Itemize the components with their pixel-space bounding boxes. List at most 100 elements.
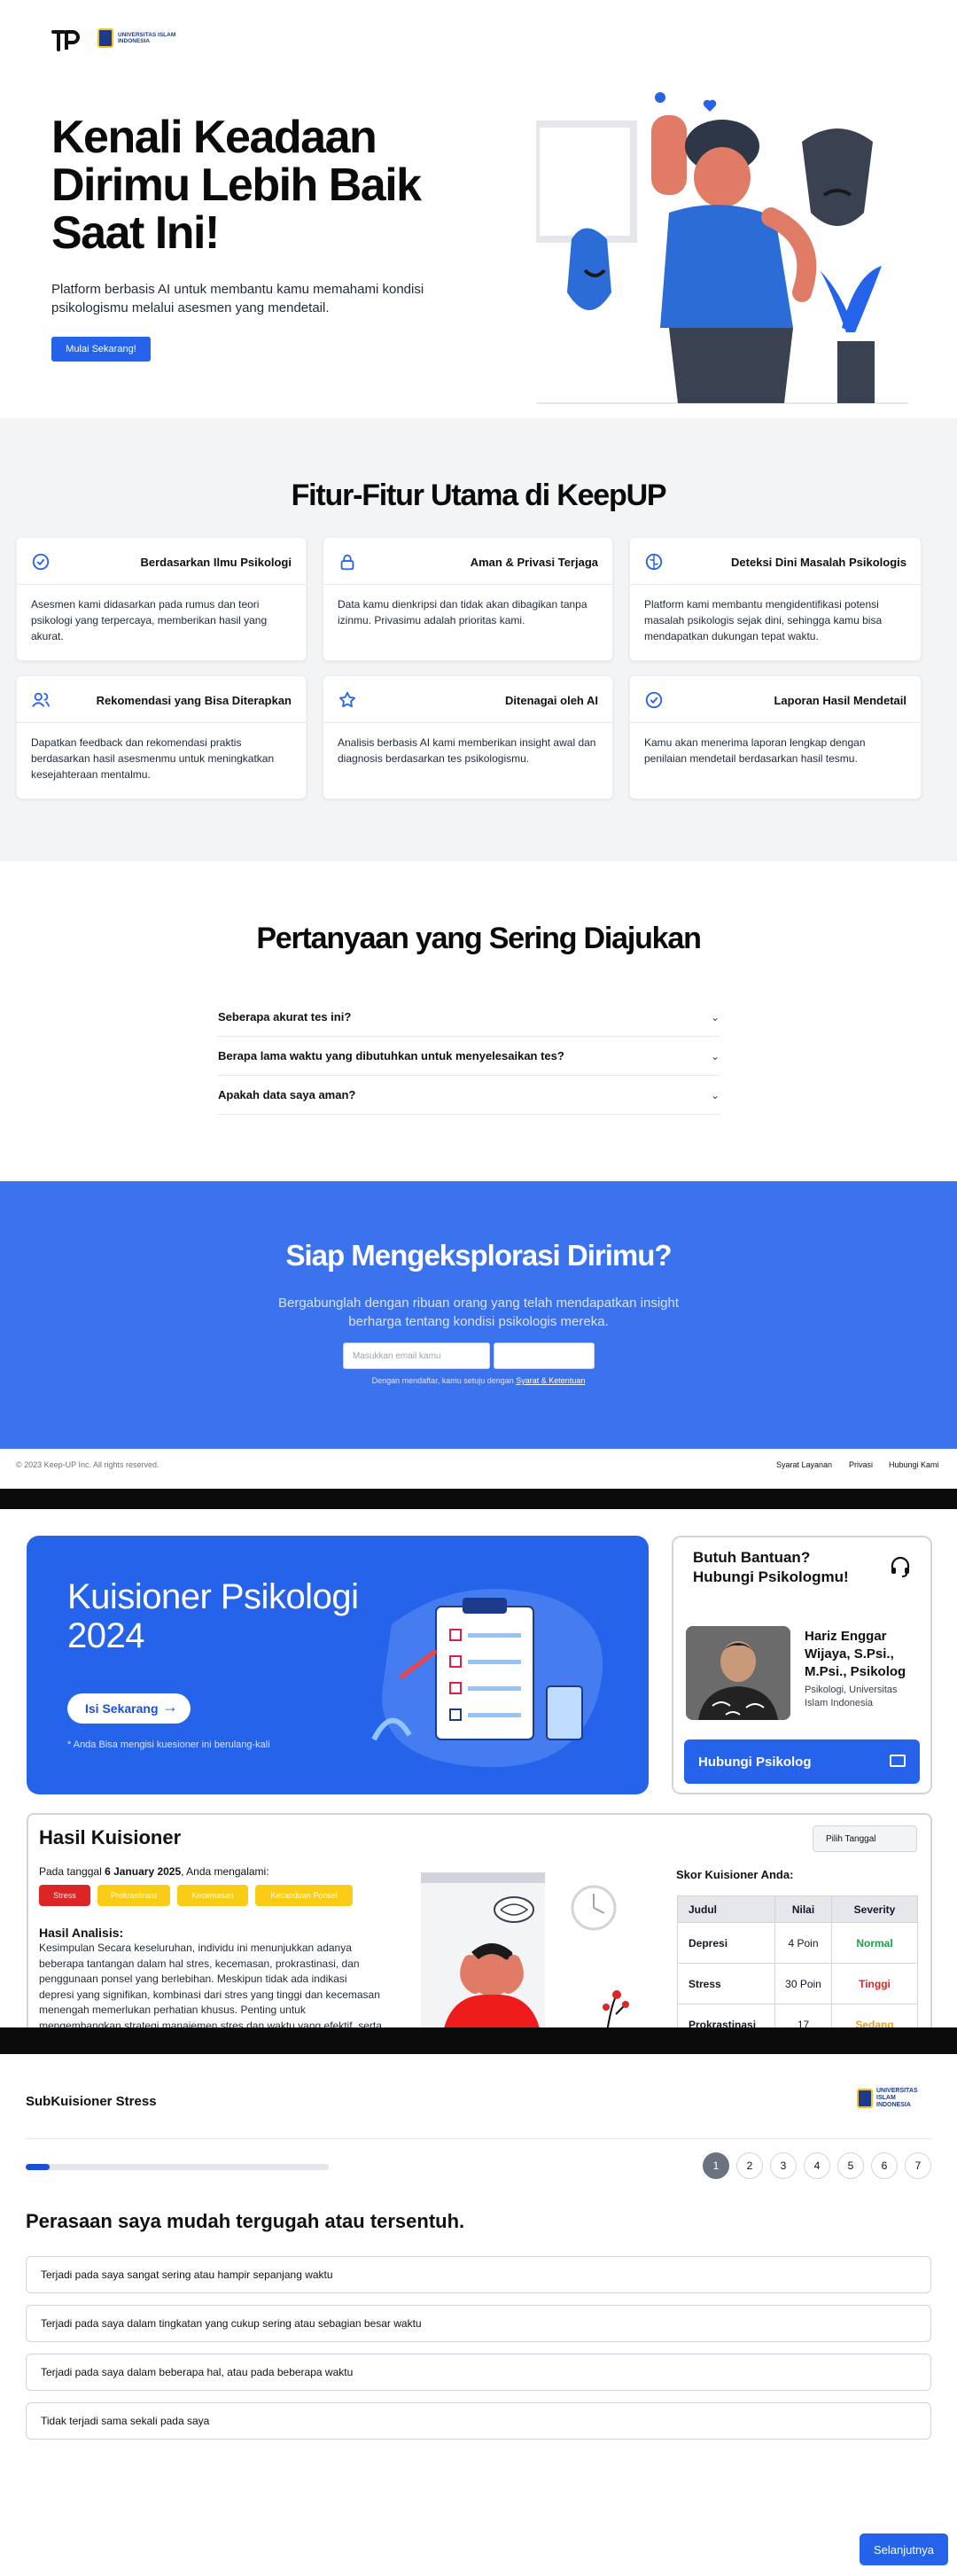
feature-card: Laporan Hasil Mendetail Kamu akan meneri…	[629, 675, 922, 799]
mail-icon	[890, 1755, 906, 1767]
analysis-text: Kesimpulan Secara keseluruhan, individu …	[39, 1942, 382, 2027]
result-title: Hasil Kuisioner	[39, 1826, 182, 1848]
help-title: Butuh Bantuan? Hubungi Psikologmu!	[693, 1549, 849, 1585]
contact-psychologist-label: Hubungi Psikolog	[698, 1754, 812, 1770]
feature-card-title: Laporan Hasil Mendetail	[774, 694, 906, 707]
step-2[interactable]: 2	[736, 2152, 763, 2179]
feature-card-title: Ditenagai oleh AI	[505, 694, 598, 707]
subkuisioner-page: SubKuisioner Stress UNIVERSITAS ISLAM IN…	[0, 2054, 957, 2576]
step-7[interactable]: 7	[905, 2152, 931, 2179]
check-circle-icon	[32, 553, 50, 571]
feature-card-desc: Dapatkan feedback dan rekomendasi prakti…	[31, 736, 275, 781]
question-text: Perasaan saya mudah tergugah atau tersen…	[26, 2210, 465, 2232]
feature-card-title: Berdasarkan Ilmu Psikologi	[140, 556, 292, 569]
landing-page: UNIVERSITAS ISLAM INDONESIA Kenali Keada…	[0, 0, 957, 1489]
feature-card: Berdasarkan Ilmu Psikologi Asesmen kami …	[16, 537, 307, 661]
date-picker[interactable]: Pilih Tanggal	[813, 1825, 917, 1852]
uii-logo-text: UNIVERSITAS ISLAM INDONESIA	[876, 2088, 918, 2108]
feature-card: Rekomendasi yang Bisa Diterapkan Dapatka…	[16, 675, 307, 799]
next-button[interactable]: Selanjutnya	[860, 2533, 948, 2565]
fill-now-button[interactable]: Isi Sekarang →	[67, 1693, 191, 1724]
score-title: Skor Kuisioner Anda:	[676, 1868, 794, 1881]
step-4[interactable]: 4	[804, 2152, 830, 2179]
score-nilai: 30 Poin	[774, 1963, 832, 2004]
feature-card-title: Rekomendasi yang Bisa Diterapkan	[96, 694, 292, 707]
answer-option[interactable]: Terjadi pada saya dalam tingkatan yang c…	[26, 2305, 931, 2342]
keepup-logo[interactable]	[51, 28, 80, 53]
kuisioner-dashboard: Kuisioner Psikologi 2024 Isi Sekarang → …	[0, 1509, 957, 2027]
table-row: Prokrastinasi 17 Sedang	[677, 2004, 918, 2027]
step-1[interactable]: 1	[703, 2152, 729, 2179]
score-severity: Sedang	[831, 2004, 918, 2027]
lock-icon	[340, 554, 354, 571]
contact-psychologist-button[interactable]: Hubungi Psikolog	[684, 1739, 920, 1784]
date-suffix: , Anda mengalami:	[181, 1865, 269, 1878]
cta-description: Bergabunglah dengan ribuan orang yang te…	[277, 1296, 679, 1329]
stress-illustration	[421, 1872, 629, 2027]
table-row: Stress 30 Poin Tinggi	[677, 1963, 918, 2004]
psychologist-name: Hariz Enggar Wijaya, S.Psi., M.Psi., Psi…	[805, 1629, 906, 1679]
feature-card: Aman & Privasi Terjaga Data kamu dienkri…	[323, 537, 613, 661]
feature-card-desc: Data kamu dienkripsi dan tidak akan diba…	[338, 598, 587, 626]
divider	[26, 2138, 931, 2139]
chevron-down-icon[interactable]: ⌄	[711, 1050, 720, 1062]
footer-link-contact[interactable]: Hubungi Kami	[889, 1460, 939, 1469]
uii-logo: UNIVERSITAS ISLAM INDONESIA	[857, 2088, 926, 2109]
cta-title: Siap Mengeksplorasi Dirimu?	[285, 1239, 672, 1272]
psychologist-role: Psikologi, Universitas Islam Indonesia	[805, 1685, 898, 1708]
score-judul: Prokrastinasi	[677, 2004, 775, 2027]
banner-illustration	[371, 1589, 603, 1768]
result-date: Pada tanggal 6 January 2025, Anda mengal…	[39, 1865, 269, 1878]
answer-option[interactable]: Terjadi pada saya sangat sering atau ham…	[26, 2256, 931, 2293]
faq-item[interactable]: Apakah data saya aman? ⌄	[218, 1076, 720, 1115]
footer-copyright: © 2023 Keep-UP Inc. All rights reserved.	[16, 1460, 160, 1469]
score-table: Judul Nilai Severity Depresi 4 Poin Norm…	[677, 1895, 918, 2027]
brain-icon	[645, 553, 663, 571]
condition-tag: Kecemasan	[177, 1885, 248, 1906]
email-input[interactable]: Masukkan email kamu	[343, 1342, 490, 1369]
col-nilai: Nilai	[774, 1895, 832, 1923]
faq-item[interactable]: Seberapa akurat tes ini? ⌄	[218, 998, 720, 1037]
footer-link-terms[interactable]: Syarat Layanan	[776, 1460, 832, 1469]
answer-option[interactable]: Terjadi pada saya dalam beberapa hal, at…	[26, 2354, 931, 2391]
score-severity: Normal	[831, 1922, 918, 1964]
fill-now-label: Isi Sekarang	[85, 1701, 159, 1716]
faq-question: Apakah data saya aman?	[218, 1088, 356, 1101]
answer-option[interactable]: Tidak terjadi sama sekali pada saya	[26, 2402, 931, 2440]
start-now-button[interactable]: Mulai Sekarang!	[51, 337, 151, 362]
date-prefix: Pada tanggal	[39, 1865, 102, 1878]
chevron-down-icon[interactable]: ⌄	[711, 1089, 720, 1101]
uii-logo: UNIVERSITAS ISLAM INDONESIA	[97, 28, 180, 48]
feature-card-desc: Asesmen kami didasarkan pada rumus dan t…	[31, 598, 268, 642]
footer-link-privacy[interactable]: Privasi	[849, 1460, 873, 1469]
kuisioner-banner	[27, 1536, 649, 1794]
condition-tag: Prokrastinasi	[97, 1885, 170, 1906]
subscribe-button[interactable]	[494, 1342, 595, 1369]
feature-card-desc: Platform kami membantu mengidentifikasi …	[644, 598, 883, 642]
analysis-title: Hasil Analisis:	[39, 1926, 124, 1940]
hero-description: Platform berbasis AI untuk membantu kamu…	[51, 282, 424, 315]
score-judul: Stress	[677, 1963, 775, 2004]
score-table-header: Judul Nilai Severity	[677, 1895, 918, 1923]
feature-card: Ditenagai oleh AI Analisis berbasis AI k…	[323, 675, 613, 799]
score-nilai: 4 Poin	[774, 1922, 832, 1964]
step-5[interactable]: 5	[837, 2152, 864, 2179]
section-separator	[0, 1489, 957, 1509]
table-row: Depresi 4 Poin Normal	[677, 1922, 918, 1964]
uii-logo-text: UNIVERSITAS ISLAM INDONESIA	[118, 32, 176, 44]
col-severity: Severity	[831, 1895, 918, 1923]
terms-link[interactable]: Syarat & Ketentuan	[516, 1376, 585, 1385]
step-3[interactable]: 3	[770, 2152, 797, 2179]
feature-card-desc: Analisis berbasis AI kami memberikan ins…	[338, 736, 596, 765]
hero-illustration	[536, 92, 908, 404]
uii-seal-icon	[857, 2089, 873, 2108]
feature-card-desc: Kamu akan menerima laporan lengkap denga…	[644, 736, 866, 765]
users-icon	[32, 692, 51, 707]
feature-card-title: Aman & Privasi Terjaga	[470, 556, 598, 569]
faq-item[interactable]: Berapa lama waktu yang dibutuhkan untuk …	[218, 1037, 720, 1076]
faq-title: Pertanyaan yang Sering Diajukan	[256, 922, 702, 955]
uii-seal-icon	[97, 28, 113, 48]
step-6[interactable]: 6	[871, 2152, 898, 2179]
chevron-down-icon[interactable]: ⌄	[711, 1011, 720, 1023]
progress-track	[26, 2164, 329, 2170]
